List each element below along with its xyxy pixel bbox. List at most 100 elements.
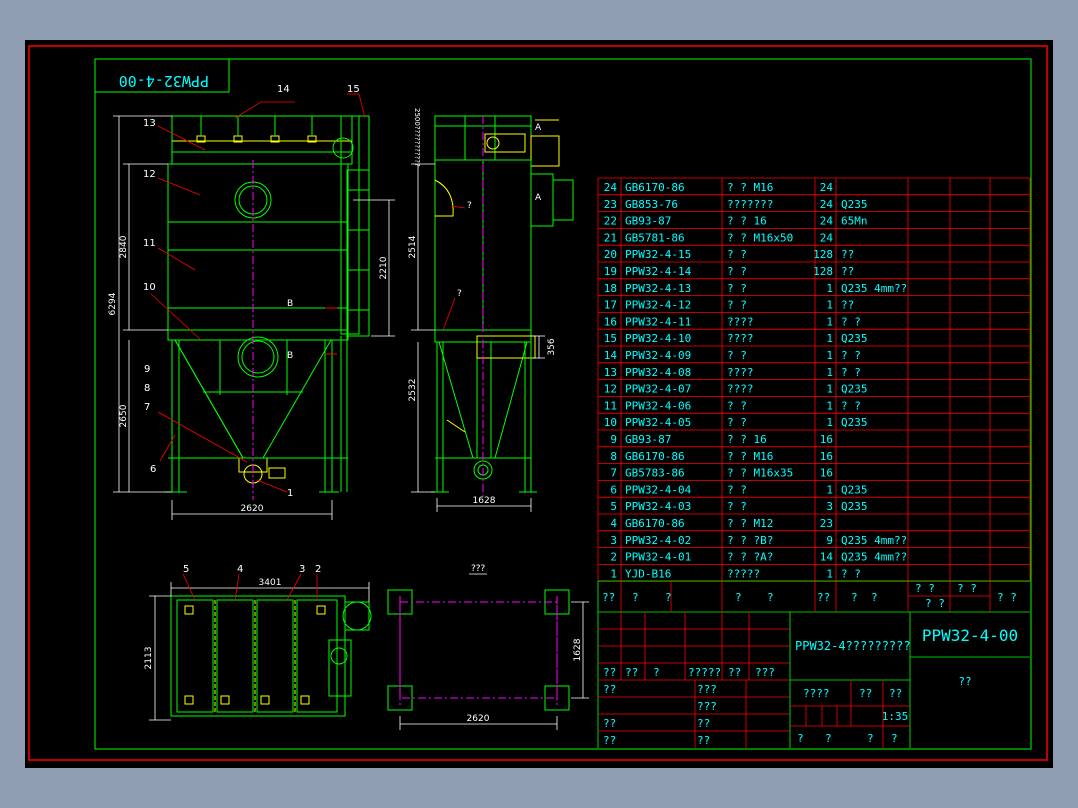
row-label-3: ????? — [688, 666, 721, 679]
header-label-7: ? — [871, 591, 878, 604]
bom-cell-qty: 24 — [820, 181, 834, 194]
bom-cell-no: 24 — [604, 181, 618, 194]
bom-cell-qty: 23 — [820, 517, 833, 530]
header-label-5: ?? — [817, 591, 830, 604]
title-block-grid — [597, 580, 1030, 748]
bom-cell-no: 20 — [604, 248, 617, 261]
balloon-15: 15 — [347, 84, 360, 95]
foundation-view — [387, 573, 589, 730]
bom-cell-code: PPW32-4-15 — [625, 248, 691, 261]
bom-cell-no: 9 — [610, 433, 617, 446]
bom-cell-qty: 14 — [820, 551, 834, 564]
bom-cell-code: PPW32-4-01 — [625, 551, 691, 564]
balloon-8: 8 — [144, 383, 150, 394]
plan-balloon-2: 2 — [315, 564, 321, 575]
bom-cell-code: GB853-76 — [625, 198, 678, 211]
bom-cell-mat: Q235 4mm?? — [841, 534, 907, 547]
weight-label-1: ?? — [889, 687, 902, 700]
bom-cell-name: ? ? M16 — [727, 181, 773, 194]
title-unknown: ?? — [958, 675, 971, 688]
bom-cell-no: 4 — [610, 517, 617, 530]
bom-cell-name: ????? — [727, 567, 760, 580]
bom-cell-name: ? ? — [727, 416, 747, 429]
bom-cell-no: 16 — [604, 315, 617, 328]
bom-cell-name: ? ? — [727, 483, 747, 496]
bom-cell-name: ? ? — [727, 265, 747, 278]
bom-cell-mat: Q235 4mm?? — [841, 282, 907, 295]
balloon-6: 6 — [150, 464, 156, 475]
front-view — [165, 115, 370, 500]
bom-cell-code: PPW32-4-13 — [625, 282, 691, 295]
bom-cell-no: 11 — [604, 399, 617, 412]
bom-cell-name: ? ? 16 — [727, 433, 767, 446]
mark-q1: ? — [467, 201, 472, 211]
bom-cell-mat: Q235 — [841, 332, 868, 345]
bom-cell-name: ? ? M16x50 — [727, 231, 793, 244]
bom-cell-no: 2 — [610, 551, 617, 564]
plan-dim-depth: 2113 — [144, 647, 154, 670]
bom-cell-code: GB5781-86 — [625, 231, 685, 244]
dim-h2: 2532 — [408, 379, 418, 402]
bom-cell-no: 13 — [604, 366, 617, 379]
bom-cell-name: ? ? M12 — [727, 517, 773, 530]
bom-cell-code: GB6170-86 — [625, 450, 685, 463]
bom-cell-qty: 24 — [820, 215, 834, 228]
foundation-label: ??? — [471, 564, 486, 574]
bom-cell-no: 18 — [604, 282, 617, 295]
header-label-1: ? — [632, 591, 639, 604]
plan-view — [170, 595, 372, 717]
bom-cell-qty: 24 — [820, 198, 834, 211]
bom-cell-code: PPW32-4-12 — [625, 299, 691, 312]
balloon-9: 9 — [144, 364, 150, 375]
bom-cell-name: ? ? — [727, 248, 747, 261]
bom-cell-name: ???? — [727, 366, 754, 379]
bom-cell-code: GB6170-86 — [625, 517, 685, 530]
bom-cell-name: ? ? — [727, 299, 747, 312]
mirrored-drawing-number: PPW32-4-00 — [119, 72, 209, 90]
sheet-label-1: ? — [825, 732, 832, 745]
bom-cell-qty: 1 — [826, 567, 833, 580]
bom-cell-qty: 3 — [826, 500, 833, 513]
row-label-1: ?? — [625, 666, 638, 679]
bom-cell-name: ? ? — [727, 282, 747, 295]
bom-cell-qty: 16 — [820, 433, 833, 446]
bom-cell-mat: ?? — [841, 248, 854, 261]
bom-cell-no: 17 — [604, 299, 617, 312]
bom-cell-no: 19 — [604, 265, 617, 278]
bom-cell-no: 3 — [610, 534, 617, 547]
foundation-dim-depth: 1628 — [573, 638, 583, 661]
header-label-2: ? — [665, 591, 672, 604]
plan-dim-width: 3401 — [259, 578, 282, 588]
weight-label: ???? — [803, 687, 830, 700]
balloon-14: 14 — [277, 84, 290, 95]
bom-cell-name: ? ? — [727, 399, 747, 412]
bom-cell-qty: 1 — [826, 315, 833, 328]
bom-cell-code: PPW32-4-09 — [625, 349, 691, 362]
row-label-2: ? — [653, 666, 660, 679]
bom-cell-qty: 128 — [813, 265, 833, 278]
bom-cell-code: PPW32-4-03 — [625, 500, 691, 513]
bom-cell-qty: 1 — [826, 349, 833, 362]
left-label-1: ?? — [603, 717, 616, 730]
section-mark-b2: B — [287, 351, 293, 361]
header-right-3: ? ? — [997, 591, 1017, 604]
bom-cell-name: ? ? ?A? — [727, 551, 773, 564]
plan-balloon-5: 5 — [183, 564, 189, 575]
mirrored-drawing-number-box: PPW32-4-00 — [95, 59, 230, 93]
plan-balloon-4: 4 — [237, 564, 243, 575]
bom-cell-name: ? ? — [727, 349, 747, 362]
bom-cell-no: 7 — [610, 467, 617, 480]
bom-cell-qty: 128 — [813, 248, 833, 261]
bom-cell-no: 6 — [610, 483, 617, 496]
bom-cell-name: ? ? 16 — [727, 215, 767, 228]
bom-cell-name: ???? — [727, 315, 754, 328]
bom-cell-mat: ? ? — [841, 567, 861, 580]
bom-cell-code: PPW32-4-05 — [625, 416, 691, 429]
dim-width: 2620 — [241, 504, 264, 514]
bom-cell-code: PPW32-4-11 — [625, 315, 691, 328]
bom-cell-mat: Q235 — [841, 198, 868, 211]
dim-inlet: 356 — [547, 338, 557, 355]
balloon-13: 13 — [143, 118, 156, 129]
balloon-12: 12 — [143, 169, 156, 180]
bom-cell-qty: 1 — [826, 399, 833, 412]
